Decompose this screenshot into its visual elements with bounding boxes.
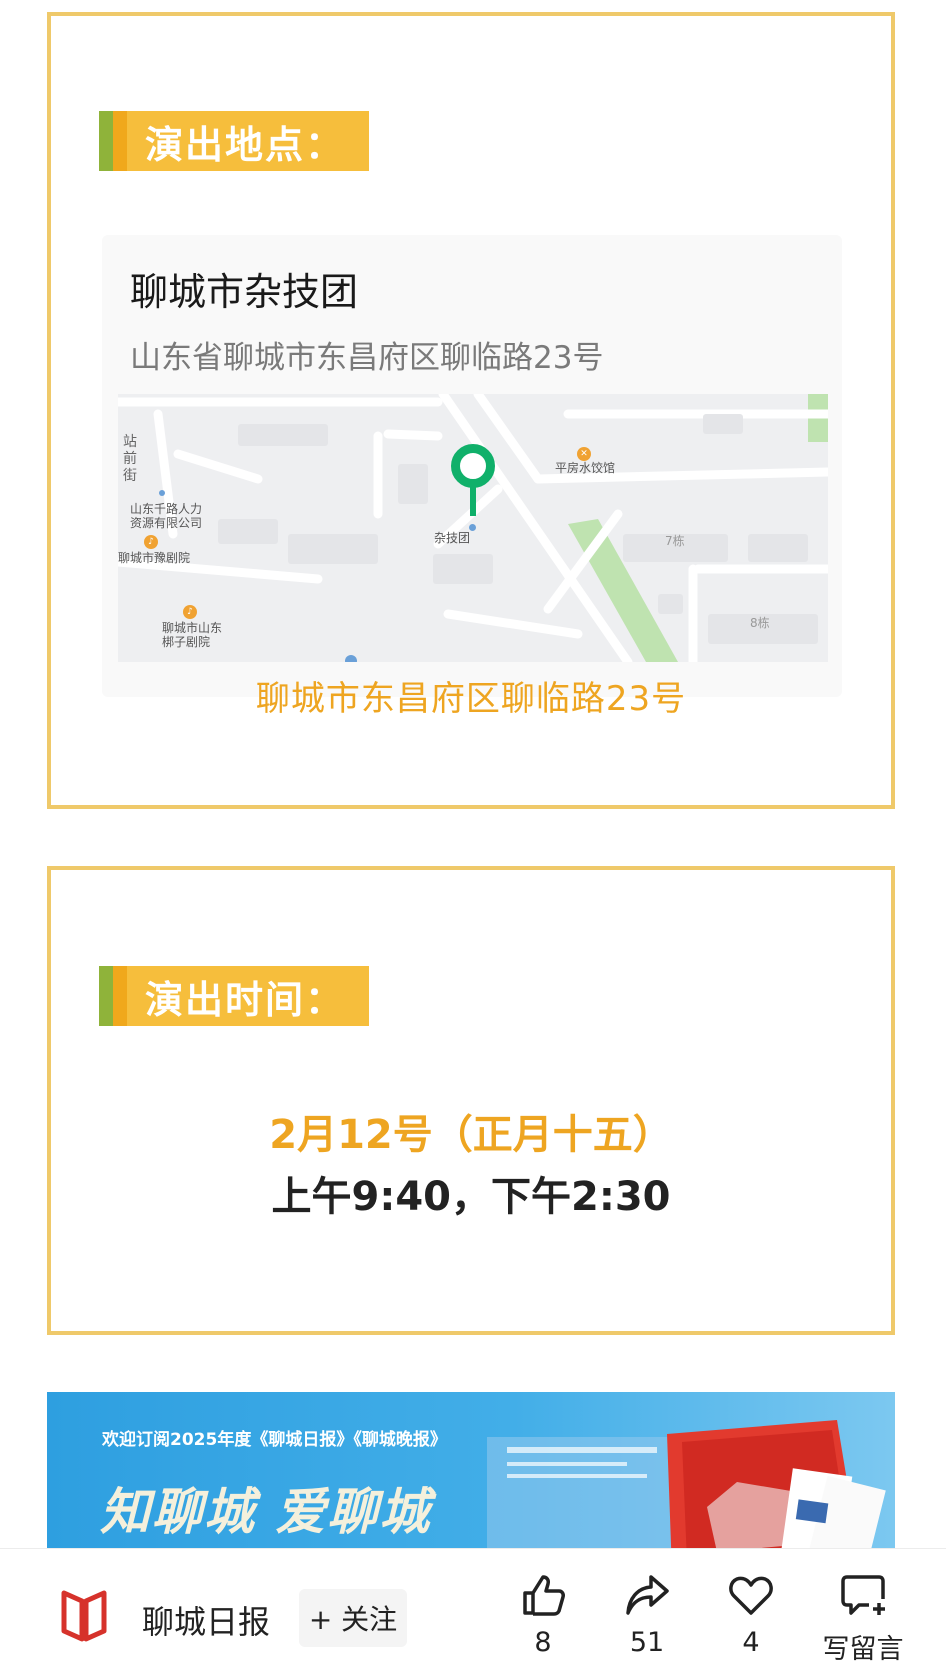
poi-blue-dot xyxy=(345,655,357,662)
banner-subtitle: 欢迎订阅2025年度《聊城日报》《聊城晚报》 xyxy=(102,1430,447,1450)
favorite-count: 4 xyxy=(742,1627,760,1658)
map-label-station-street: 站前街 xyxy=(123,434,137,484)
share-count: 51 xyxy=(629,1627,665,1658)
comment-label: 写留言 xyxy=(822,1634,904,1665)
venue-card: 演出地点： 聊城市杂技团 山东省聊城市东昌府区聊临路23号 站前街 山东千路人力… xyxy=(47,12,895,809)
tag-yellow-bar xyxy=(113,111,127,171)
comment-plus-icon xyxy=(841,1575,885,1615)
show-times: 上午9:40，下午2:30 xyxy=(271,1174,671,1220)
subscription-banner[interactable]: 欢迎订阅2025年度《聊城日报》《聊城晚报》 知聊城 爱聊城 xyxy=(47,1392,895,1552)
heart-icon xyxy=(729,1576,773,1615)
map-view[interactable]: 站前街 山东千路人力资源有限公司 ♪ 聊城市豫剧院 ♪ 聊城市山东梆子剧院 ✕ … xyxy=(118,394,828,662)
location-pin-stem xyxy=(470,486,476,516)
show-date: 2月12号（正月十五） xyxy=(269,1112,673,1158)
brand-name[interactable]: 聊城日报 xyxy=(142,1597,270,1643)
thumbs-up-icon xyxy=(523,1575,565,1616)
location-card[interactable]: 聊城市杂技团 山东省聊城市东昌府区聊临路23号 站前街 山东千路人力资源有限公司… xyxy=(102,235,842,697)
map-label-company: 山东千路人力资源有限公司 xyxy=(130,502,203,530)
share-button[interactable]: 51 xyxy=(597,1571,697,1658)
tag-green-bar xyxy=(99,111,113,171)
favorite-button[interactable]: 4 xyxy=(701,1571,801,1658)
newspaper-stack-image xyxy=(487,1420,886,1552)
share-arrow-icon xyxy=(626,1575,669,1615)
brand-book-icon xyxy=(61,1590,107,1642)
banner-title: 知聊城 爱聊城 xyxy=(100,1483,432,1541)
map-label-theater2: 聊城市山东梆子剧院 xyxy=(162,621,223,649)
company-dot-icon xyxy=(159,490,165,496)
venue-section-title: 演出地点： xyxy=(145,122,346,167)
map-label-restaurant: 平房水饺馆 xyxy=(555,461,616,475)
venue-section-tag: 演出地点： xyxy=(99,111,369,171)
restaurant-icon: ✕ xyxy=(577,447,591,461)
location-pin-icon xyxy=(451,444,495,488)
theater2-music-icon: ♪ xyxy=(183,605,197,619)
map-label-bldg8: 8栋 xyxy=(750,616,770,630)
time-section-tag: 演出时间： xyxy=(99,966,369,1026)
address-link[interactable]: 聊城市东昌府区聊临路23号 xyxy=(51,671,891,720)
map-label-pin: 杂技团 xyxy=(434,531,471,545)
tag-green-bar xyxy=(99,966,113,1026)
map-label-theater1: 聊城市豫剧院 xyxy=(118,551,191,565)
bottom-action-bar: 聊城日报 + 关注 8 51 4 写留言 xyxy=(0,1548,946,1678)
place-address: 山东省聊城市东昌府区聊临路23号 xyxy=(130,340,604,376)
time-section-title: 演出时间： xyxy=(145,977,346,1022)
comment-button[interactable]: 写留言 xyxy=(808,1571,918,1666)
like-button[interactable]: 8 xyxy=(493,1571,593,1658)
time-card: 演出时间： 2月12号（正月十五） 上午9:40，下午2:30 xyxy=(47,866,895,1335)
place-name: 聊城市杂技团 xyxy=(130,270,359,314)
tag-yellow-bar xyxy=(113,966,127,1026)
location-pin-dot xyxy=(469,524,476,531)
theater1-music-icon: ♪ xyxy=(144,535,158,549)
map-label-bldg7: 7栋 xyxy=(665,534,685,548)
like-count: 8 xyxy=(534,1627,552,1658)
follow-button[interactable]: + 关注 xyxy=(299,1589,407,1647)
